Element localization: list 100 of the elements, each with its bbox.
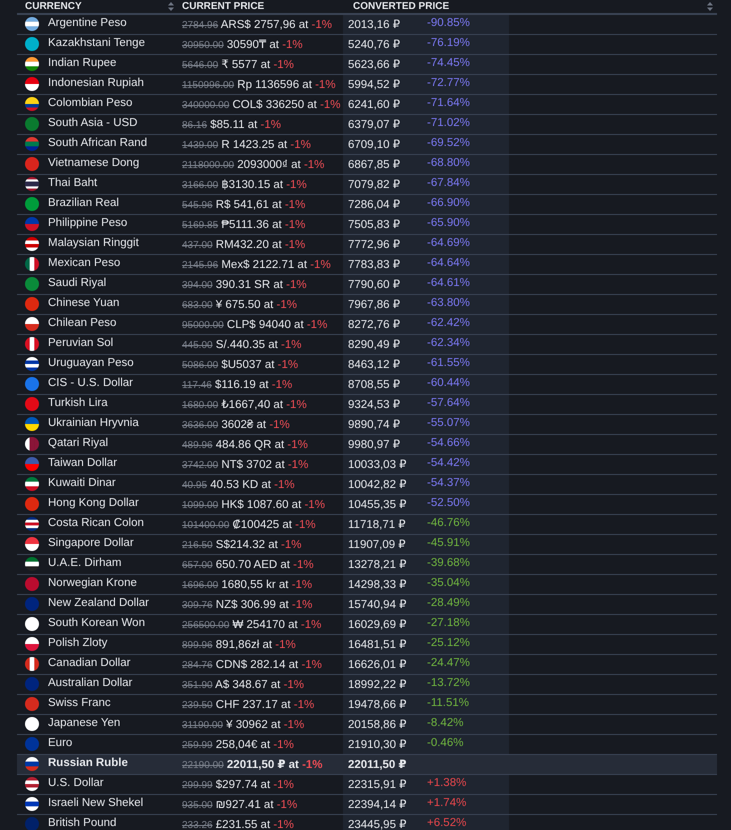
- flag-icon: [25, 337, 39, 351]
- table-row[interactable]: Turkish Lira 1680.00 ₺1667,40 at -1% 9324,53 ₽ -57.64%: [17, 395, 717, 415]
- table-row[interactable]: Polish Zloty 899.96 891,86zł at -1% 16481,51 ₽ -25.12%: [17, 635, 717, 655]
- table-row[interactable]: South African Rand 1439.00 R 1423.25 at -1% 6709,10 ₽ -69.52%: [17, 135, 717, 155]
- table-row[interactable]: New Zealand Dollar 309.76 NZ$ 306.99 at -1% 15740,94 ₽ -28.49%: [17, 595, 717, 615]
- flag-icon: [25, 277, 39, 291]
- price-text: 2118000.00 2093000₫ at -1%: [182, 158, 324, 173]
- converted-price: 15740,94 ₽: [348, 598, 406, 611]
- price-text: 437.00 RM432.20 at -1%: [182, 238, 306, 253]
- percent-change: -74.45%: [427, 57, 470, 69]
- table-row[interactable]: Taiwan Dollar 3742.00 NT$ 3702 at -1% 10033,03 ₽ -54.42%: [17, 455, 717, 475]
- flag-icon: [25, 137, 39, 151]
- table-row[interactable]: Ukrainian Hryvnia 3636.00 3602₴ at -1% 9890,74 ₽ -55.07%: [17, 415, 717, 435]
- currency-name: Qatari Riyal: [48, 437, 108, 449]
- converted-price: 14298,33 ₽: [348, 578, 406, 591]
- converted-price: 6867,85 ₽: [348, 158, 400, 171]
- table-row[interactable]: U.S. Dollar 299.99 $297.74 at -1% 22315,91 ₽ +1.38%: [17, 775, 717, 795]
- table-row[interactable]: Chilean Peso 95000.00 CLP$ 94040 at -1% 8272,76 ₽ -62.42%: [17, 315, 717, 335]
- price-text: 309.76 NZ$ 306.99 at -1%: [182, 598, 312, 613]
- percent-change: -54.66%: [427, 437, 470, 449]
- percent-change: -69.52%: [427, 137, 470, 149]
- table-row[interactable]: British Pound 233.26 £231.55 at -1% 23445,95 ₽ +6.52%: [17, 815, 717, 830]
- currency-name: New Zealand Dollar: [48, 597, 149, 609]
- flag-icon: [25, 657, 39, 671]
- table-row[interactable]: Kuwaiti Dinar 40.95 40.53 KD at -1% 10042,82 ₽ -54.37%: [17, 475, 717, 495]
- converted-price: 23445,95 ₽: [348, 818, 406, 830]
- table-row[interactable]: Argentine Peso 2784.96 ARS$ 2757,96 at -1% 2013,16 ₽ -90.85%: [17, 15, 717, 35]
- currency-name: Singapore Dollar: [48, 537, 134, 549]
- table-row[interactable]: Chinese Yuan 683.00 ¥ 675.50 at -1% 7967,86 ₽ -63.80%: [17, 295, 717, 315]
- table-row[interactable]: Kazakhstani Tenge 30950.00 30590₸ at -1% 5240,76 ₽ -76.19%: [17, 35, 717, 55]
- price-text: 299.99 $297.74 at -1%: [182, 778, 294, 793]
- flag-icon: [25, 37, 39, 51]
- table-row[interactable]: Japanese Yen 31190.00 ¥ 30962 at -1% 20158,86 ₽ -8.42%: [17, 715, 717, 735]
- flag-icon: [25, 297, 39, 311]
- table-row[interactable]: Saudi Riyal 394.00 390.31 SR at -1% 7790,60 ₽ -64.61%: [17, 275, 717, 295]
- currency-name: Malaysian Ringgit: [48, 237, 139, 249]
- price-text: 351.90 A$ 348.67 at -1%: [182, 678, 304, 693]
- table-row[interactable]: Philippine Peso 5169.85 ₱5111.36 at -1% 7505,83 ₽ -65.90%: [17, 215, 717, 235]
- table-row[interactable]: Russian Ruble 22190.00 22011,50 ₽ at -1% 22011,50 ₽: [17, 755, 717, 775]
- sort-icon[interactable]: [168, 2, 174, 11]
- table-row[interactable]: Swiss Franc 239.50 CHF 237.17 at -1% 19478,66 ₽ -11.51%: [17, 695, 717, 715]
- converted-price: 21910,30 ₽: [348, 738, 406, 751]
- percent-change: -64.61%: [427, 277, 470, 289]
- price-text: 3636.00 3602₴ at -1%: [182, 418, 290, 433]
- table-row[interactable]: South Asia - USD 86.16 $85.11 at -1% 6379,07 ₽ -71.02%: [17, 115, 717, 135]
- currency-name: Israeli New Shekel: [48, 797, 144, 809]
- table-row[interactable]: Costa Rican Colon 101400.00 ₡100425 at -1% 11718,71 ₽ -46.76%: [17, 515, 717, 535]
- table-row[interactable]: U.A.E. Dirham 657.00 650.70 AED at -1% 13278,21 ₽ -39.68%: [17, 555, 717, 575]
- table-row[interactable]: Brazilian Real 545.96 R$ 541,61 at -1% 7286,04 ₽ -66.90%: [17, 195, 717, 215]
- converted-price: 8708,55 ₽: [348, 378, 400, 391]
- percent-change: -52.50%: [427, 497, 470, 509]
- percent-change: -45.91%: [427, 537, 470, 549]
- percent-change: -54.37%: [427, 477, 470, 489]
- currency-name: Norwegian Krone: [48, 577, 137, 589]
- table-row[interactable]: Malaysian Ringgit 437.00 RM432.20 at -1% 7772,96 ₽ -64.69%: [17, 235, 717, 255]
- flag-icon: [25, 417, 39, 431]
- percent-change: -11.51%: [427, 697, 469, 709]
- currency-name: Australian Dollar: [48, 677, 132, 689]
- table-row[interactable]: CIS - U.S. Dollar 117.46 $116.19 at -1% 8708,55 ₽ -60.44%: [17, 375, 717, 395]
- table-row[interactable]: Peruvian Sol 445.00 S/.440.35 at -1% 8290,49 ₽ -62.34%: [17, 335, 717, 355]
- table-row[interactable]: Australian Dollar 351.90 A$ 348.67 at -1% 18992,22 ₽ -13.72%: [17, 675, 717, 695]
- table-row[interactable]: Singapore Dollar 216.50 S$214.32 at -1% 11907,09 ₽ -45.91%: [17, 535, 717, 555]
- table-row[interactable]: Hong Kong Dollar 1099.00 HK$ 1087.60 at -1% 10455,35 ₽ -52.50%: [17, 495, 717, 515]
- sort-icon[interactable]: [707, 2, 713, 11]
- table-row[interactable]: Vietnamese Dong 2118000.00 2093000₫ at -1% 6867,85 ₽ -68.80%: [17, 155, 717, 175]
- column-header[interactable]: CONVERTED PRICE: [353, 1, 450, 12]
- price-text: 3742.00 NT$ 3702 at -1%: [182, 458, 308, 473]
- price-text: 1099.00 HK$ 1087.60 at -1%: [182, 498, 325, 513]
- flag-icon: [25, 377, 39, 391]
- flag-icon: [25, 217, 39, 231]
- table-row[interactable]: Uruguayan Peso 5086.00 $U5037 at -1% 8463,12 ₽ -61.55%: [17, 355, 717, 375]
- price-text: 5169.85 ₱5111.36 at -1%: [182, 218, 306, 233]
- flag-icon: [25, 197, 39, 211]
- price-text: 239.50 CHF 237.17 at -1%: [182, 698, 314, 713]
- table-row[interactable]: Indonesian Rupiah 1150996.00 Rp 1136596 at -1% 5994,52 ₽ -72.77%: [17, 75, 717, 95]
- currency-name: Indonesian Rupiah: [48, 77, 144, 89]
- table-row[interactable]: Thai Baht 3166.00 ฿3130.15 at -1% 7079,82 ₽ -67.84%: [17, 175, 717, 195]
- flag-icon: [25, 237, 39, 251]
- table-row[interactable]: Colombian Peso 340000.00 COL$ 336250 at -1% 6241,60 ₽ -71.64%: [17, 95, 717, 115]
- table-row[interactable]: South Korean Won 256500.00 ₩ 254170 at -1% 16029,69 ₽ -27.18%: [17, 615, 717, 635]
- column-header[interactable]: CURRENT PRICE: [182, 1, 264, 12]
- table-row[interactable]: Israeli New Shekel 935.00 ₪927.41 at -1% 22394,14 ₽ +1.74%: [17, 795, 717, 815]
- percent-change: -27.18%: [427, 617, 470, 629]
- price-text: 1696.00 1680,55 kr at -1%: [182, 578, 312, 593]
- table-row[interactable]: Canadian Dollar 284.76 CDN$ 282.14 at -1% 16626,01 ₽ -24.47%: [17, 655, 717, 675]
- table-row[interactable]: Mexican Peso 2145.96 Mex$ 2122.71 at -1% 7783,83 ₽ -64.64%: [17, 255, 717, 275]
- currency-name: Russian Ruble: [48, 757, 128, 769]
- currency-name: CIS - U.S. Dollar: [48, 377, 133, 389]
- price-text: 256500.00 ₩ 254170 at -1%: [182, 618, 322, 633]
- table-row[interactable]: Qatari Riyal 489.96 484.86 QR at -1% 9980,97 ₽ -54.66%: [17, 435, 717, 455]
- currency-name: Polish Zloty: [48, 637, 108, 649]
- currency-name: South African Rand: [48, 137, 148, 149]
- price-text: 5086.00 $U5037 at -1%: [182, 358, 298, 373]
- percent-change: -46.76%: [427, 517, 470, 529]
- column-header[interactable]: CURRENCY: [25, 1, 82, 12]
- percent-change: -65.90%: [427, 217, 470, 229]
- table-row[interactable]: Indian Rupee 5646.00 ₹ 5577 at -1% 5623,66 ₽ -74.45%: [17, 55, 717, 75]
- currency-name: Argentine Peso: [48, 17, 127, 29]
- currency-name: Canadian Dollar: [48, 657, 130, 669]
- table-row[interactable]: Norwegian Krone 1696.00 1680,55 kr at -1% 14298,33 ₽ -35.04%: [17, 575, 717, 595]
